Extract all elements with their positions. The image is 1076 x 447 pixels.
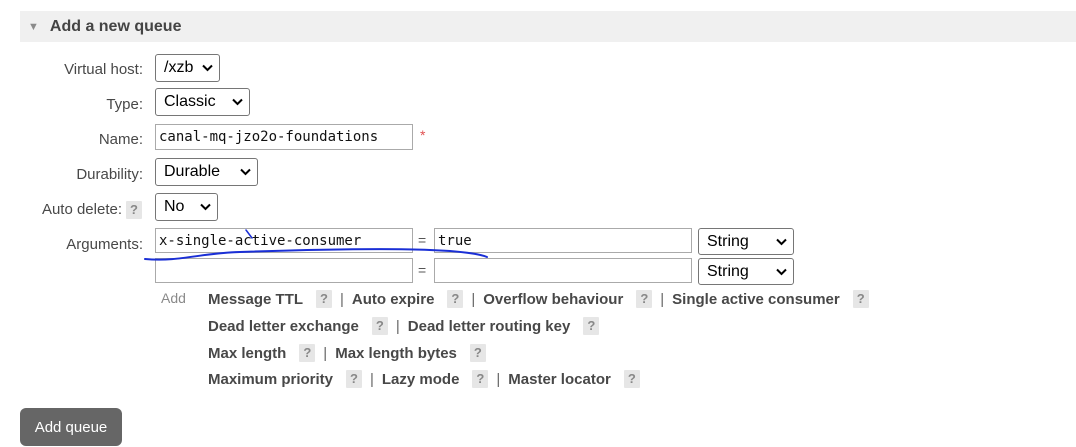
link-dead-letter-routing-key[interactable]: Dead letter routing key (408, 318, 571, 335)
link-overflow-behaviour[interactable]: Overflow behaviour (483, 291, 623, 308)
equals-sign: = (418, 262, 427, 278)
argument-type-value: String (707, 262, 749, 280)
section-header-add-queue[interactable]: ▼ Add a new queue (20, 11, 1076, 42)
separator: | (323, 344, 328, 362)
auto-delete-value: No (164, 198, 185, 215)
separator: | (339, 290, 344, 308)
link-single-active-consumer[interactable]: Single active consumer (672, 291, 840, 308)
name-label: Name: (98, 131, 143, 148)
type-value: Classic (164, 93, 216, 110)
section-title: Add a new queue (49, 17, 182, 35)
help-icon[interactable]: ? (636, 290, 653, 308)
argument-key-input[interactable]: x-single-active-consumer (155, 228, 413, 253)
help-icon[interactable]: ? (472, 370, 489, 388)
auto-delete-select[interactable]: No (155, 193, 218, 221)
help-icon[interactable]: ? (583, 317, 600, 335)
chevron-down-icon (200, 203, 211, 211)
argument-value-input[interactable] (434, 258, 692, 283)
help-icon[interactable]: ? (623, 370, 640, 388)
vhost-label: Virtual host: (64, 61, 143, 78)
link-max-length[interactable]: Max length (208, 345, 286, 362)
chevron-down-icon (776, 238, 787, 245)
argument-links-row: Maximum priority ? | Lazy mode ? | Maste… (208, 370, 640, 388)
link-maximum-priority[interactable]: Maximum priority (208, 371, 333, 388)
argument-links-row: Message TTL ? | Auto expire ? | Overflow… (208, 290, 869, 308)
help-icon[interactable]: ? (346, 370, 362, 388)
durability-select[interactable]: Durable (155, 158, 258, 186)
help-icon[interactable]: ? (371, 317, 388, 335)
chevron-down-icon (240, 168, 251, 176)
help-icon[interactable]: ? (316, 290, 332, 308)
help-icon[interactable]: ? (447, 290, 464, 308)
argument-value-input[interactable]: true (434, 228, 692, 253)
help-icon[interactable]: ? (469, 344, 486, 362)
argument-links-row: Dead letter exchange ? | Dead letter rou… (208, 317, 600, 335)
argument-value-text: true (438, 232, 472, 249)
link-lazy-mode[interactable]: Lazy mode (382, 371, 460, 388)
separator: | (471, 290, 476, 308)
auto-delete-help-icon[interactable]: ? (126, 201, 142, 219)
argument-type-select[interactable]: String (698, 228, 794, 255)
type-select[interactable]: Classic (155, 88, 250, 116)
argument-type-select[interactable]: String (698, 258, 794, 285)
auto-delete-label: Auto delete: (41, 201, 122, 218)
chevron-down-icon (232, 98, 243, 106)
separator: | (496, 370, 501, 388)
name-value: canal-mq-jzo2o-foundations (159, 129, 379, 145)
triangle-down-icon: ▼ (28, 21, 39, 33)
argument-key-input[interactable] (155, 258, 413, 283)
argument-links-row: Max length ? | Max length bytes ? (208, 344, 486, 362)
required-mark: * (420, 127, 426, 143)
link-max-length-bytes[interactable]: Max length bytes (335, 345, 457, 362)
name-input[interactable]: canal-mq-jzo2o-foundations (155, 124, 413, 150)
argument-type-value: String (707, 232, 749, 250)
add-queue-button[interactable]: Add queue (20, 408, 122, 446)
type-label: Type: (106, 96, 143, 113)
link-message-ttl[interactable]: Message TTL (208, 291, 303, 308)
separator: | (369, 370, 374, 388)
link-dead-letter-exchange[interactable]: Dead letter exchange (208, 318, 359, 335)
arguments-label: Arguments: (66, 236, 143, 253)
argument-key-value: x-single-active-consumer (159, 232, 362, 249)
link-auto-expire[interactable]: Auto expire (352, 291, 435, 308)
vhost-select[interactable]: /xzb (155, 54, 220, 82)
help-icon[interactable]: ? (299, 344, 316, 362)
durability-value: Durable (164, 163, 221, 180)
separator: | (395, 317, 400, 335)
chevron-down-icon (202, 64, 213, 72)
equals-sign: = (418, 232, 427, 248)
link-master-locator[interactable]: Master locator (508, 371, 611, 388)
add-label: Add (161, 290, 186, 306)
durability-label: Durability: (76, 166, 143, 183)
chevron-down-icon (776, 268, 787, 275)
vhost-value: /xzb (164, 59, 194, 76)
help-icon[interactable]: ? (852, 290, 869, 308)
separator: | (660, 290, 665, 308)
